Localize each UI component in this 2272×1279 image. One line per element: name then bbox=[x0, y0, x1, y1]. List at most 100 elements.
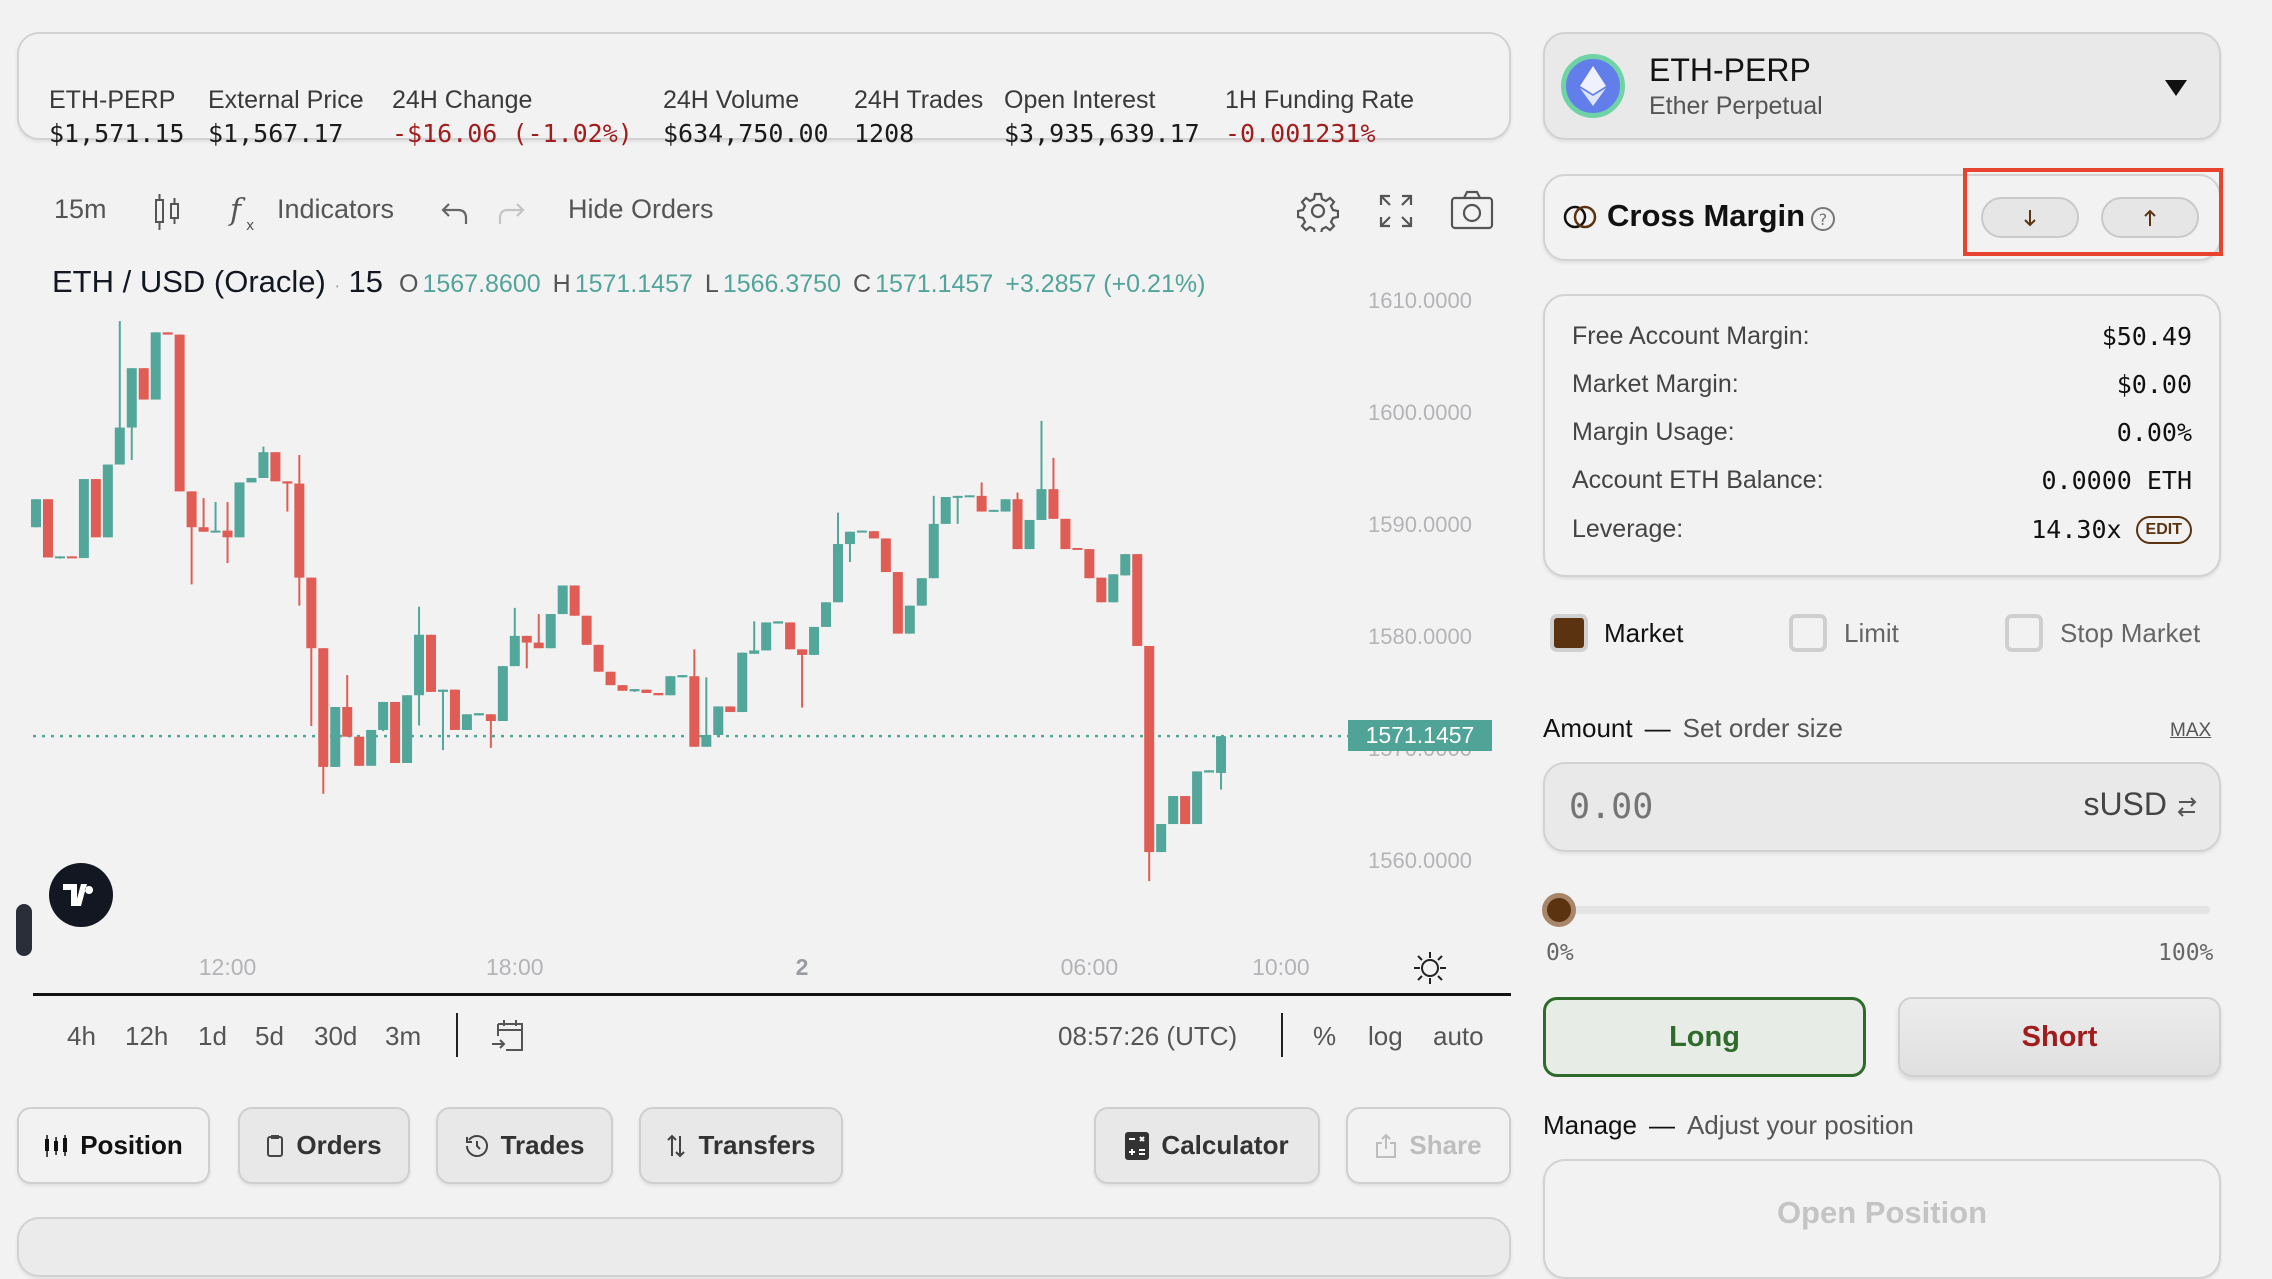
candle-up bbox=[258, 452, 269, 478]
long-button[interactable]: Long bbox=[1543, 997, 1866, 1077]
tab-trades[interactable]: Trades bbox=[436, 1107, 613, 1184]
tab-label: Transfers bbox=[698, 1130, 816, 1160]
tradingview-logo[interactable] bbox=[49, 863, 113, 927]
candle-down bbox=[1132, 554, 1143, 646]
amount-subtitle: Set order size bbox=[1682, 713, 1844, 743]
slider-min-label: 0% bbox=[1546, 940, 1574, 966]
candle-down bbox=[1144, 645, 1155, 853]
range-1d[interactable]: 1d bbox=[198, 1021, 227, 1052]
candle-down bbox=[725, 706, 736, 713]
order-type-limit-label[interactable]: Limit bbox=[1844, 618, 1899, 649]
candle-up bbox=[677, 675, 688, 678]
range-30d[interactable]: 30d bbox=[314, 1021, 357, 1052]
button-label: Share bbox=[1409, 1130, 1482, 1160]
candle-up bbox=[928, 523, 939, 579]
share-button[interactable]: Share bbox=[1346, 1107, 1511, 1184]
candle-down bbox=[449, 689, 460, 730]
info-label: Margin Usage: bbox=[1572, 418, 1735, 446]
swap-currency-icon[interactable] bbox=[2177, 796, 2197, 818]
candle-down bbox=[617, 685, 628, 691]
candle-down bbox=[90, 479, 101, 538]
auto-scale-toggle[interactable]: auto bbox=[1433, 1021, 1484, 1052]
amount-header: Amount — Set order size bbox=[1543, 713, 1843, 744]
candle-up bbox=[402, 695, 413, 763]
open-position-button[interactable]: Open Position bbox=[1543, 1159, 2221, 1279]
amount-input[interactable] bbox=[1569, 784, 2009, 830]
candle-up bbox=[749, 650, 760, 654]
candle-down bbox=[198, 527, 209, 532]
market-name: Ether Perpetual bbox=[1649, 92, 1823, 120]
go-to-date-calendar-icon[interactable] bbox=[490, 1018, 526, 1054]
candle-down bbox=[1060, 518, 1071, 550]
tab-orders[interactable]: Orders bbox=[238, 1107, 410, 1184]
cross-margin-rings-icon bbox=[1563, 205, 1597, 229]
candle-down bbox=[521, 635, 532, 643]
price-axis-label: 1590.0000 bbox=[1368, 512, 1472, 537]
candle-down bbox=[976, 495, 987, 512]
tab-position[interactable]: Position bbox=[17, 1107, 210, 1184]
candlestick-chart[interactable] bbox=[0, 0, 1520, 1000]
toolbar-separator bbox=[456, 1013, 458, 1057]
chart-theme-sun-icon[interactable] bbox=[1412, 950, 1448, 986]
candle-down bbox=[42, 499, 53, 558]
max-amount-link[interactable]: MAX bbox=[2170, 720, 2211, 742]
candle-up bbox=[509, 635, 520, 667]
candle-up bbox=[461, 714, 472, 730]
candle-up bbox=[78, 479, 89, 559]
info-row-market-margin: Market Margin: $0.00 bbox=[1572, 370, 2192, 399]
candle-up bbox=[366, 729, 377, 766]
transfer-arrows-icon bbox=[667, 1134, 686, 1157]
amount-title: Amount bbox=[1543, 713, 1633, 743]
info-label: Account ETH Balance: bbox=[1572, 466, 1824, 494]
candle-up bbox=[916, 578, 927, 606]
edit-leverage-button[interactable]: EDIT bbox=[2135, 515, 2192, 544]
percent-scale-toggle[interactable]: % bbox=[1313, 1021, 1336, 1052]
order-type-market-checkbox[interactable] bbox=[1550, 614, 1588, 652]
candle-up bbox=[1168, 796, 1179, 825]
candle-down bbox=[485, 714, 496, 721]
order-type-stop-market-label[interactable]: Stop Market bbox=[2060, 618, 2200, 649]
candle-up bbox=[761, 622, 772, 651]
chart-clock[interactable]: 08:57:26 (UTC) bbox=[1058, 1021, 1237, 1052]
candle-up bbox=[234, 482, 245, 538]
order-type-market-label[interactable]: Market bbox=[1604, 618, 1683, 649]
candle-down bbox=[222, 530, 233, 538]
order-type-stop-market-checkbox[interactable] bbox=[2005, 614, 2043, 652]
candle-down bbox=[1084, 549, 1095, 579]
info-row-eth-balance: Account ETH Balance: 0.0000 ETH bbox=[1572, 466, 2192, 495]
calculator-button[interactable]: Calculator bbox=[1094, 1107, 1320, 1184]
candle-down bbox=[797, 649, 808, 655]
candle-up bbox=[1024, 519, 1035, 550]
candle-up bbox=[378, 701, 389, 730]
help-question-icon[interactable]: ? bbox=[1810, 206, 1836, 232]
candle-down bbox=[1096, 577, 1107, 603]
range-4h[interactable]: 4h bbox=[67, 1021, 96, 1052]
amount-slider-thumb[interactable] bbox=[1542, 893, 1576, 927]
cross-margin-title: Cross Margin bbox=[1607, 198, 1806, 233]
time-axis-label: 10:00 bbox=[1252, 954, 1310, 980]
range-12h[interactable]: 12h bbox=[125, 1021, 168, 1052]
range-5d[interactable]: 5d bbox=[255, 1021, 284, 1052]
eth-logo bbox=[1561, 54, 1625, 118]
candle-down bbox=[174, 334, 185, 492]
time-axis-label: 06:00 bbox=[1060, 954, 1119, 980]
position-panel bbox=[17, 1217, 1511, 1277]
candle-up bbox=[497, 666, 508, 721]
candle-down bbox=[689, 676, 700, 747]
candle-down bbox=[306, 577, 317, 649]
market-symbol: ETH-PERP bbox=[1649, 52, 1811, 88]
range-3m[interactable]: 3m bbox=[385, 1021, 421, 1052]
market-selector[interactable]: ETH-PERP Ether Perpetual bbox=[1543, 32, 2221, 140]
dropdown-triangle-icon[interactable] bbox=[2165, 80, 2187, 96]
tab-transfers[interactable]: Transfers bbox=[639, 1107, 843, 1184]
log-scale-toggle[interactable]: log bbox=[1368, 1021, 1403, 1052]
price-axis-label: 1610.0000 bbox=[1368, 288, 1472, 313]
chart-scroll-handle[interactable] bbox=[16, 904, 32, 956]
candle-up bbox=[330, 707, 341, 767]
amount-slider-track[interactable] bbox=[1559, 906, 2210, 914]
candle-up bbox=[246, 477, 257, 483]
info-row-margin-usage: Margin Usage: 0.00% bbox=[1572, 418, 2192, 447]
short-button[interactable]: Short bbox=[1898, 997, 2221, 1077]
amount-input-box[interactable]: sUSD bbox=[1543, 762, 2221, 852]
order-type-limit-checkbox[interactable] bbox=[1789, 614, 1827, 652]
